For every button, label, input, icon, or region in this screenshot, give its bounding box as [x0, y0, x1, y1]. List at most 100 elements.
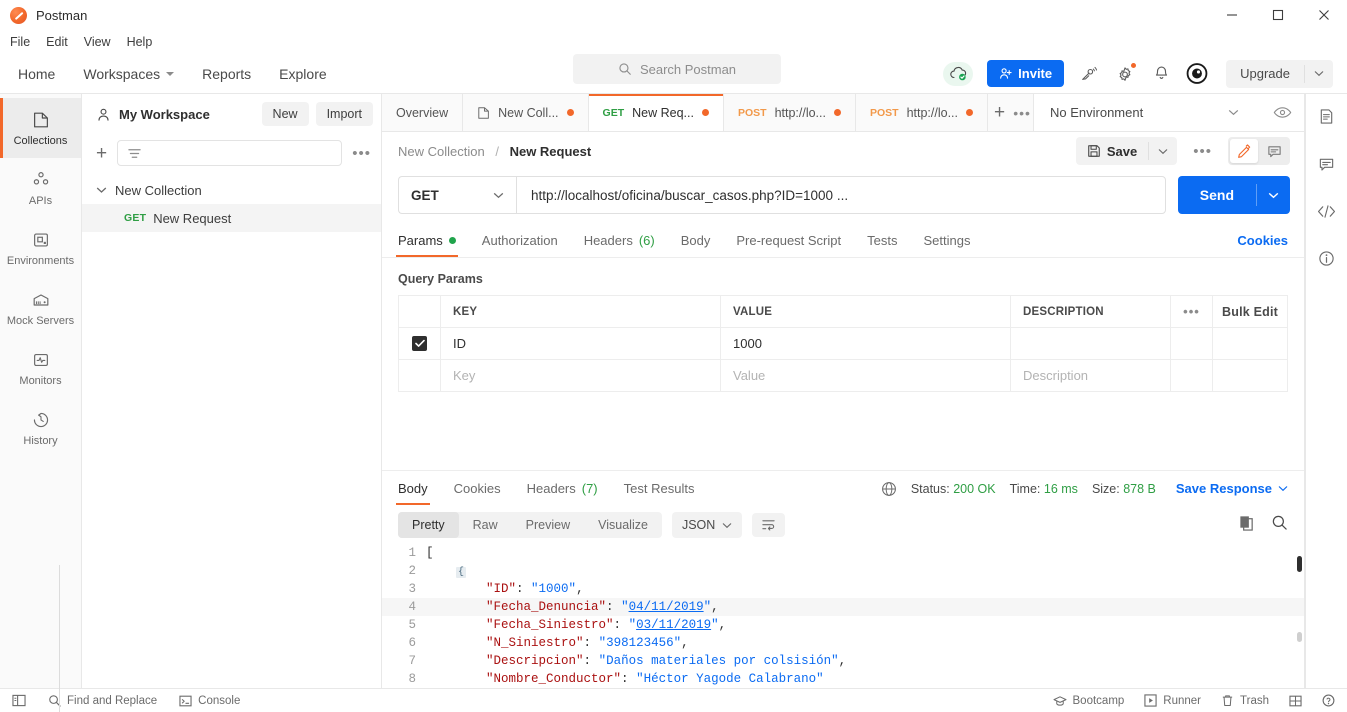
info-icon[interactable] — [1318, 250, 1335, 272]
tab-post-request-1[interactable]: POST http://lo... — [723, 94, 856, 131]
bell-icon[interactable] — [1150, 63, 1172, 85]
tab-params[interactable]: Params — [396, 224, 458, 257]
avatar[interactable] — [1186, 63, 1208, 85]
tab-new-request[interactable]: GET New Req... — [588, 94, 724, 131]
send-dropdown-chevron-icon[interactable] — [1257, 192, 1290, 199]
menu-help[interactable]: Help — [127, 35, 153, 49]
placeholder-description[interactable]: Description — [1011, 360, 1170, 391]
save-button-group[interactable]: Save — [1075, 137, 1178, 165]
nav-workspaces[interactable]: Workspaces — [83, 66, 175, 82]
tree-request-row[interactable]: GET New Request — [82, 204, 381, 232]
view-pretty[interactable]: Pretty — [398, 512, 459, 538]
nav-explore[interactable]: Explore — [279, 66, 326, 82]
row-checkbox[interactable] — [399, 328, 441, 359]
sidebar-item-monitors[interactable]: Monitors — [0, 338, 81, 398]
placeholder-value[interactable]: Value — [721, 360, 1011, 391]
edit-mode-button[interactable] — [1230, 139, 1258, 163]
code-scrollbar-track[interactable] — [1297, 632, 1302, 642]
minimize-icon[interactable] — [1209, 0, 1255, 30]
tab-response-cookies[interactable]: Cookies — [454, 472, 501, 505]
add-collection-button[interactable]: + — [96, 144, 107, 163]
menu-edit[interactable]: Edit — [46, 35, 68, 49]
new-button[interactable]: New — [261, 102, 309, 126]
placeholder-checkbox[interactable] — [399, 360, 441, 391]
tab-body[interactable]: Body — [681, 224, 711, 257]
help-icon[interactable] — [1322, 694, 1335, 707]
invite-button[interactable]: Invite — [987, 60, 1065, 87]
sidebar-item-collections[interactable]: Collections — [0, 98, 81, 158]
wrap-lines-button[interactable] — [752, 513, 786, 537]
view-visualize[interactable]: Visualize — [584, 512, 662, 538]
tab-pre-request-script[interactable]: Pre-request Script — [736, 224, 841, 257]
maximize-icon[interactable] — [1255, 0, 1301, 30]
tab-more-options-icon[interactable]: ••• — [1011, 94, 1033, 131]
params-more-options-icon[interactable]: ••• — [1170, 296, 1212, 327]
sidebar-item-apis[interactable]: APIs — [0, 158, 81, 218]
code-scrollbar-thumb[interactable] — [1297, 556, 1302, 572]
sidebar-item-environments[interactable]: Environments — [0, 218, 81, 278]
menu-view[interactable]: View — [84, 35, 111, 49]
console-button[interactable]: Console — [179, 695, 240, 707]
sidebar-item-history[interactable]: History — [0, 398, 81, 458]
table-placeholder-row[interactable]: Key Value Description — [399, 360, 1287, 392]
bulk-edit-button[interactable]: Bulk Edit — [1212, 296, 1287, 327]
satellite-icon[interactable] — [1078, 63, 1100, 85]
documentation-icon[interactable] — [1318, 108, 1335, 130]
save-dropdown-chevron-icon[interactable] — [1149, 148, 1177, 155]
sync-status-icon[interactable] — [943, 61, 974, 86]
tab-response-body[interactable]: Body — [396, 472, 430, 505]
save-response-button[interactable]: Save Response — [1176, 481, 1288, 496]
tree-collection-row[interactable]: New Collection — [82, 176, 381, 204]
code-icon[interactable] — [1317, 204, 1336, 224]
tab-response-headers[interactable]: Headers (7) — [527, 472, 598, 505]
http-method-select[interactable]: GET — [398, 176, 516, 214]
checkbox-checked-icon[interactable] — [412, 336, 427, 351]
view-preview[interactable]: Preview — [512, 512, 584, 538]
table-row[interactable]: ID 1000 — [399, 328, 1287, 360]
send-button[interactable]: Send — [1178, 187, 1256, 203]
format-select[interactable]: JSON — [671, 512, 743, 538]
nav-home[interactable]: Home — [18, 66, 55, 82]
environment-selector[interactable]: No Environment — [1033, 94, 1304, 131]
runner-button[interactable]: Runner — [1144, 694, 1201, 707]
breadcrumb-collection[interactable]: New Collection — [398, 144, 485, 159]
collection-more-options-icon[interactable]: ••• — [352, 146, 371, 161]
sidebar-item-mock-servers[interactable]: Mock Servers — [0, 278, 81, 338]
tab-headers[interactable]: Headers (6) — [584, 224, 655, 257]
tab-authorization[interactable]: Authorization — [482, 224, 558, 257]
save-button[interactable]: Save — [1076, 144, 1148, 159]
import-button[interactable]: Import — [315, 102, 373, 126]
send-button-group[interactable]: Send — [1177, 176, 1290, 214]
tab-tests[interactable]: Tests — [867, 224, 897, 257]
row-value[interactable]: 1000 — [721, 328, 1011, 359]
view-raw[interactable]: Raw — [459, 512, 512, 538]
copy-icon[interactable] — [1238, 514, 1255, 536]
placeholder-key[interactable]: Key — [441, 360, 721, 391]
fold-marker[interactable]: { — [456, 567, 467, 578]
new-tab-button[interactable]: + — [988, 94, 1012, 131]
nav-reports[interactable]: Reports — [202, 66, 251, 82]
search-icon[interactable] — [1271, 514, 1288, 536]
trash-button[interactable]: Trash — [1221, 694, 1269, 707]
tab-post-request-2[interactable]: POST http://lo... — [855, 94, 988, 131]
request-more-options-icon[interactable]: ••• — [1187, 143, 1218, 160]
row-description[interactable] — [1011, 328, 1170, 359]
sidebar-toggle-icon[interactable] — [12, 694, 26, 707]
tab-overview[interactable]: Overview — [382, 94, 464, 131]
tab-test-results[interactable]: Test Results — [624, 472, 695, 505]
tab-new-collection[interactable]: New Coll... — [463, 94, 589, 131]
row-key[interactable]: ID — [441, 328, 721, 359]
upgrade-button-group[interactable]: Upgrade — [1226, 59, 1333, 88]
cookies-link[interactable]: Cookies — [1237, 233, 1288, 248]
url-input[interactable]: http://localhost/oficina/buscar_casos.ph… — [516, 176, 1166, 214]
comment-mode-button[interactable] — [1260, 139, 1288, 163]
tab-settings[interactable]: Settings — [923, 224, 970, 257]
comment-icon[interactable] — [1318, 156, 1335, 178]
filter-input[interactable] — [117, 140, 343, 166]
layout-icon[interactable] — [1289, 695, 1302, 707]
menu-file[interactable]: File — [10, 35, 30, 49]
search-input[interactable]: Search Postman — [573, 54, 781, 84]
response-body-code[interactable]: 1 [ 2 { 3 "ID": "1000", 4 "Fecha_Denunci… — [382, 544, 1304, 688]
upgrade-dropdown-chevron-icon[interactable] — [1305, 70, 1333, 77]
find-and-replace-button[interactable]: Find and Replace — [48, 694, 157, 707]
